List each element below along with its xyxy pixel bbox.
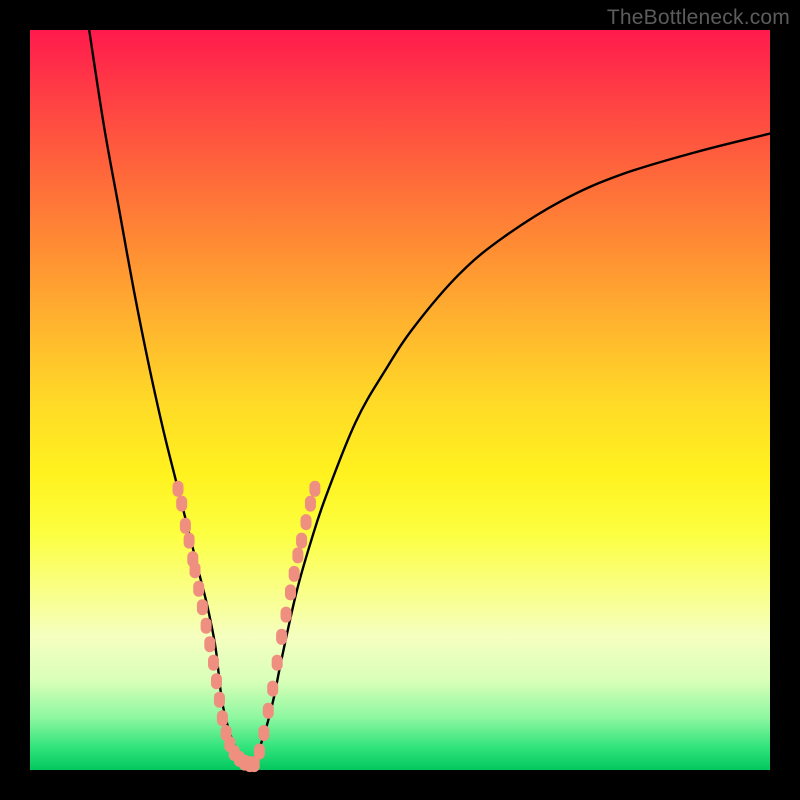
highlight-dot [258, 725, 269, 741]
highlight-dot [301, 514, 312, 530]
highlight-dot [190, 562, 201, 578]
highlight-dot [305, 496, 316, 512]
chart-svg [30, 30, 770, 770]
highlight-dot [217, 710, 228, 726]
highlight-dot [201, 618, 212, 634]
highlight-dot [193, 581, 204, 597]
highlight-dot [204, 636, 215, 652]
curve-group [89, 30, 770, 763]
highlight-dot [296, 533, 307, 549]
highlight-dot [289, 566, 300, 582]
highlight-dot [180, 518, 191, 534]
chart-frame: TheBottleneck.com [0, 0, 800, 800]
highlight-dot [309, 481, 320, 497]
highlight-dot [281, 607, 292, 623]
highlight-dot [276, 629, 287, 645]
highlight-dot [208, 655, 219, 671]
highlight-dot [184, 533, 195, 549]
highlight-dot [197, 599, 208, 615]
watermark-label: TheBottleneck.com [607, 6, 790, 30]
highlight-dot [292, 547, 303, 563]
highlight-dot [272, 655, 283, 671]
curve-right-branch [252, 134, 770, 763]
highlight-dot [173, 481, 184, 497]
dots-group [173, 481, 321, 772]
curve-left-branch [89, 30, 244, 763]
highlight-dot [176, 496, 187, 512]
highlight-dot [214, 692, 225, 708]
highlight-dot [267, 681, 278, 697]
highlight-dot [254, 744, 265, 760]
highlight-dot [285, 584, 296, 600]
highlight-dot [211, 673, 222, 689]
highlight-dot [263, 703, 274, 719]
plot-area [30, 30, 770, 770]
